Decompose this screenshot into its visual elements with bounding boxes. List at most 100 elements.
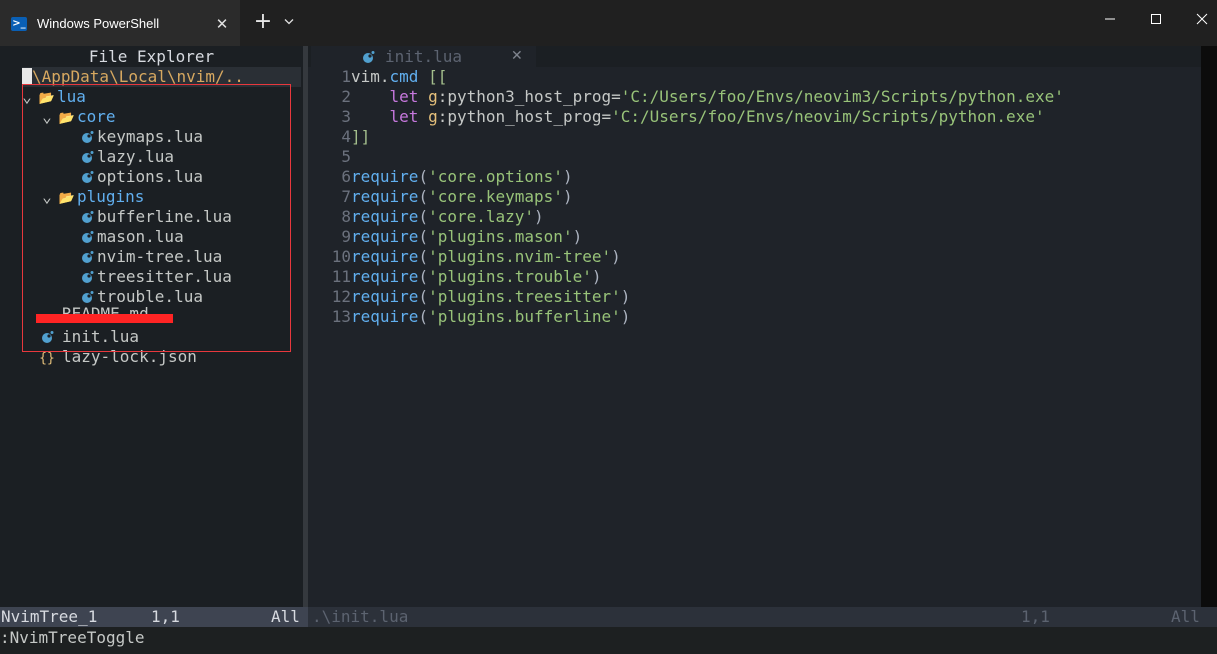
line-number: 2 <box>341 87 351 106</box>
code-token: ( <box>418 187 429 206</box>
line-number: 1 <box>341 67 351 86</box>
file-explorer-pane[interactable]: File Explorer \AppData\Local\nvim/.. ⌄ 📂 l… <box>0 46 303 607</box>
chevron-down-icon <box>284 19 294 25</box>
close-buffer-button[interactable]: ✕ <box>511 46 523 67</box>
buffer-tab-label: init.lua <box>385 47 463 66</box>
tree-status-line: NvimTree_1 1,1 All <box>0 607 308 627</box>
line-number: 7 <box>341 187 351 206</box>
code-token: require <box>351 167 419 186</box>
code-token: ( <box>418 307 429 326</box>
line-number: 4 <box>341 127 351 146</box>
code-token: let <box>389 87 419 106</box>
editor-status-line: .\init.lua 1,1 All <box>308 607 1217 627</box>
title-bar: >_ Windows PowerShell ✕ + <box>0 0 1217 46</box>
close-window-button[interactable] <box>1179 0 1217 38</box>
terminal-area[interactable]: File Explorer \AppData\Local\nvim/.. ⌄ 📂 l… <box>0 46 1217 654</box>
code-token: require <box>351 267 419 286</box>
close-icon <box>1196 13 1208 25</box>
code-token: ) <box>591 267 602 286</box>
code-token: ( <box>418 227 429 246</box>
status-buffer-name: NvimTree_1 <box>1 607 98 626</box>
line-number: 11 <box>331 267 351 286</box>
powershell-icon: >_ <box>11 17 27 31</box>
code-token: ( <box>418 267 429 286</box>
command-line[interactable]: :NvimTreeToggle <box>0 627 1217 654</box>
code-line[interactable]: 9require('plugins.mason') <box>308 227 582 247</box>
code-token: [[ <box>428 67 448 86</box>
code-token: cmd <box>389 67 419 86</box>
code-line[interactable]: 3 let g:python_host_prog='C:/Users/foo/E… <box>308 107 1045 127</box>
code-token: ) <box>572 227 583 246</box>
tab-dropdown-button[interactable] <box>283 12 301 34</box>
code-token: require <box>351 307 419 326</box>
code-token: 'plugins.treesitter' <box>428 287 621 306</box>
code-token: require <box>351 227 419 246</box>
code-token: ) <box>620 307 631 326</box>
line-number: 3 <box>341 107 351 126</box>
code-token: ) <box>611 247 621 266</box>
highlight-box <box>22 84 291 352</box>
code-token: ) <box>562 187 573 206</box>
line-number: 6 <box>341 167 351 186</box>
code-line[interactable]: 10require('plugins.nvim-tree') <box>308 247 621 267</box>
buffer-tab-bar: init.lua ✕ <box>308 46 1201 67</box>
status-scroll: All <box>271 607 300 626</box>
line-number: 8 <box>341 207 351 226</box>
lua-icon <box>361 49 375 68</box>
line-number: 10 <box>331 247 351 266</box>
close-tab-button[interactable]: ✕ <box>213 13 231 35</box>
code-token: :python_host_prog= <box>437 107 612 126</box>
code-line[interactable]: 5 <box>308 147 351 167</box>
maximize-icon <box>1151 14 1161 24</box>
code-token: vim. <box>351 67 390 86</box>
code-line[interactable]: 11require('plugins.trouble') <box>308 267 602 287</box>
code-line[interactable]: 12require('plugins.treesitter') <box>308 287 631 307</box>
code-token: 'core.keymaps' <box>428 187 563 206</box>
code-token: require <box>351 247 419 266</box>
code-line[interactable]: 7require('core.keymaps') <box>308 187 573 207</box>
tab-title: Windows PowerShell <box>37 16 160 31</box>
minimize-button[interactable] <box>1087 0 1133 38</box>
code-token: ) <box>620 287 631 306</box>
code-token: :python3_host_prog= <box>437 87 621 106</box>
code-token: 'core.options' <box>428 167 563 186</box>
code-line[interactable]: 4]] <box>308 127 370 147</box>
code-line[interactable]: 2 let g:python3_host_prog='C:/Users/foo/… <box>308 87 1064 107</box>
code-line[interactable]: 8require('core.lazy') <box>308 207 543 227</box>
line-number: 12 <box>331 287 351 306</box>
code-token: require <box>351 207 419 226</box>
editor-pane[interactable]: init.lua ✕ 1vim.cmd [[2 let g:python3_ho… <box>308 46 1201 607</box>
code-token: require <box>351 287 419 306</box>
maximize-button[interactable] <box>1133 0 1179 38</box>
status-cursor-pos: 1,1 <box>151 607 180 626</box>
line-number: 9 <box>341 227 351 246</box>
code-token: ( <box>418 207 429 226</box>
code-token: 'C:/Users/foo/Envs/neovim/Scripts/python… <box>611 107 1045 126</box>
code-token: ( <box>418 287 429 306</box>
code-token: ( <box>418 247 429 266</box>
minimize-icon <box>1105 18 1115 20</box>
code-token: g <box>428 107 438 126</box>
code-token: 'plugins.bufferline' <box>428 307 621 326</box>
scrollbar[interactable] <box>1201 46 1217 607</box>
code-token: 'core.lazy' <box>428 207 535 226</box>
terminal-tab[interactable]: >_ Windows PowerShell ✕ <box>0 0 240 46</box>
code-token: 'C:/Users/foo/Envs/neovim3/Scripts/pytho… <box>620 87 1064 106</box>
buffer-tab-init[interactable]: init.lua ✕ <box>311 46 536 67</box>
code-line[interactable]: 6require('core.options') <box>308 167 572 187</box>
code-line[interactable]: 1vim.cmd [[ <box>308 67 447 87</box>
code-token: ( <box>418 167 429 186</box>
code-token: g <box>428 87 438 106</box>
code-token: 'plugins.nvim-tree' <box>428 247 612 266</box>
code-token: let <box>389 107 419 126</box>
json-icon: {} <box>39 351 55 366</box>
cursor <box>22 68 32 85</box>
status-cursor-pos: 1,1 <box>1021 607 1050 626</box>
new-tab-button[interactable]: + <box>252 11 274 35</box>
status-file-path: .\init.lua <box>312 607 409 626</box>
status-scroll: All <box>1171 607 1200 626</box>
code-line[interactable]: 13require('plugins.bufferline') <box>308 307 631 327</box>
